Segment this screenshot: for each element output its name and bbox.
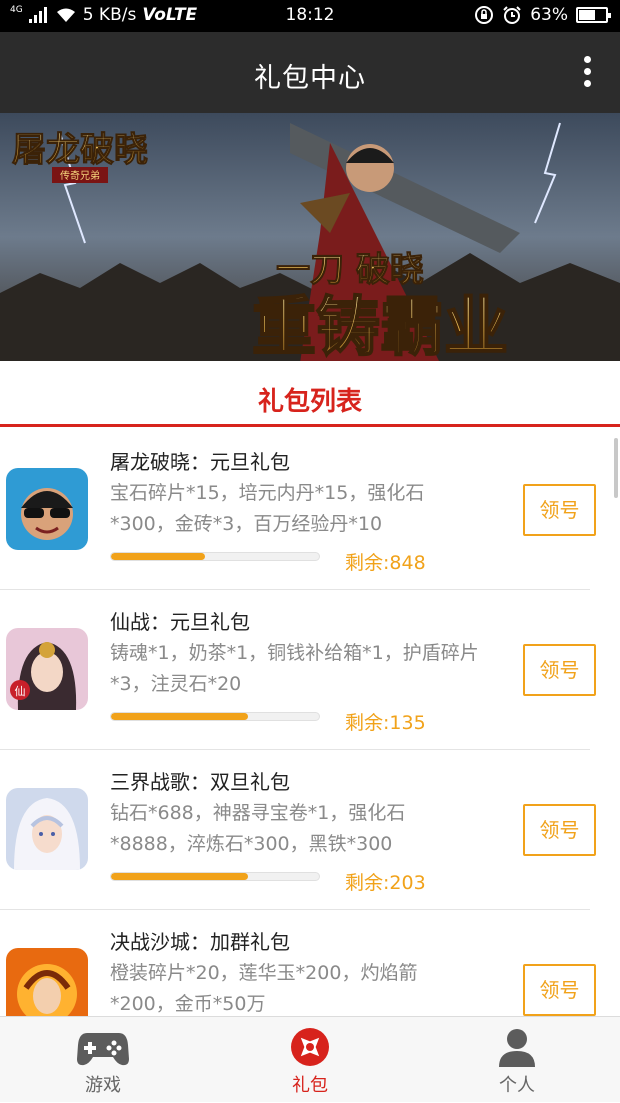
- banner-slogan-big: 重铸霸业: [252, 291, 508, 361]
- progress-fill: [111, 713, 249, 720]
- tab-games-label: 游戏: [85, 1075, 121, 1096]
- remaining-progress-bar: [110, 712, 320, 721]
- promo-banner[interactable]: 屠龙破晓 传奇兄弟 一刀 破晓 重铸霸业: [0, 113, 620, 361]
- banner-game-logo: 屠龙破晓: [12, 130, 148, 170]
- gift-name: 三界战歌：双旦礼包: [110, 770, 290, 794]
- tab-profile-label: 个人: [499, 1075, 535, 1096]
- remaining-progress-bar: [110, 872, 320, 881]
- gift-item[interactable]: 屠龙破晓：元旦礼包 宝石碎片*15，培元内丹*15，强化石*300，金砖*3，百…: [0, 430, 596, 590]
- scrollbar[interactable]: [614, 438, 618, 498]
- bottom-tab-bar: 游戏 礼包 个人: [0, 1016, 620, 1102]
- gift-item[interactable]: 决战沙城：加群礼包 橙装碎片*20，莲华玉*200，灼焰箭*200，金币*50万…: [0, 910, 596, 1016]
- gift-item[interactable]: 仙 仙战：元旦礼包 铸魂*1，奶茶*1，铜钱补给箱*1，护盾碎片*3，注灵石*2…: [0, 590, 596, 750]
- gift-name: 决战沙城：加群礼包: [110, 930, 290, 954]
- tab-gifts[interactable]: 礼包: [207, 1017, 413, 1103]
- game-icon: [6, 468, 88, 550]
- progress-fill: [111, 553, 205, 560]
- remaining-progress-bar: [110, 552, 320, 561]
- gift-item[interactable]: 三界战歌：双旦礼包 钻石*688，神器寻宝卷*1，强化石*8888，淬炼石*30…: [0, 750, 596, 910]
- gift-list-title: 礼包列表: [257, 387, 362, 417]
- claim-button[interactable]: 领号: [523, 484, 596, 536]
- gift-name: 仙战：元旦礼包: [110, 610, 250, 634]
- game-icon: [6, 788, 88, 870]
- tab-games[interactable]: 游戏: [0, 1017, 206, 1103]
- banner-artwork: 屠龙破晓 传奇兄弟 一刀 破晓 重铸霸业: [0, 113, 620, 361]
- battery-fill: [579, 10, 595, 20]
- svg-text:仙: 仙: [15, 685, 26, 698]
- battery-percent: 63%: [530, 5, 568, 25]
- claim-button[interactable]: 领号: [523, 644, 596, 696]
- gift-description: 橙装碎片*20，莲华玉*200，灼焰箭*200，金币*50万: [110, 962, 418, 1015]
- remaining-count: 剩余:848: [345, 552, 426, 574]
- gift-list[interactable]: 屠龙破晓：元旦礼包 宝石碎片*15，培元内丹*15，强化石*300，金砖*3，百…: [0, 430, 620, 1016]
- banner-logo-sub: 传奇兄弟: [60, 169, 100, 182]
- claim-button[interactable]: 领号: [523, 964, 596, 1016]
- gift-description: 宝石碎片*15，培元内丹*15，强化石*300，金砖*3，百万经验丹*10: [110, 482, 425, 535]
- alarm-icon: [503, 6, 521, 24]
- gift-list-header: 礼包列表: [0, 361, 620, 427]
- gift-description: 铸魂*1，奶茶*1，铜钱补给箱*1，护盾碎片*3，注灵石*20: [110, 642, 479, 695]
- banner-slogan-small: 一刀 破晓: [276, 250, 424, 290]
- battery-icon: [576, 7, 611, 23]
- rotation-lock-icon: [475, 6, 494, 24]
- status-bar: 4G 5 KB/s VoLTE 18:12 63%: [0, 0, 620, 32]
- app-bar: 礼包中心: [0, 32, 620, 113]
- claim-button[interactable]: 领号: [523, 804, 596, 856]
- game-icon: 仙: [6, 628, 88, 710]
- person-icon: [499, 1029, 535, 1067]
- progress-fill: [111, 873, 249, 880]
- gift-shuriken-icon: [291, 1028, 329, 1066]
- game-icon: [6, 948, 88, 1016]
- more-options-icon[interactable]: [584, 56, 592, 90]
- tab-profile[interactable]: 个人: [414, 1017, 620, 1103]
- tab-gifts-label: 礼包: [292, 1075, 328, 1096]
- remaining-count: 剩余:203: [345, 872, 426, 894]
- gift-name: 屠龙破晓：元旦礼包: [110, 450, 290, 474]
- gamepad-icon: [77, 1033, 129, 1066]
- gift-description: 钻石*688，神器寻宝卷*1，强化石*8888，淬炼石*300，黑铁*300: [110, 802, 406, 855]
- status-right: 63%: [474, 5, 611, 25]
- page-title: 礼包中心: [254, 63, 366, 94]
- remaining-count: 剩余:135: [345, 712, 426, 734]
